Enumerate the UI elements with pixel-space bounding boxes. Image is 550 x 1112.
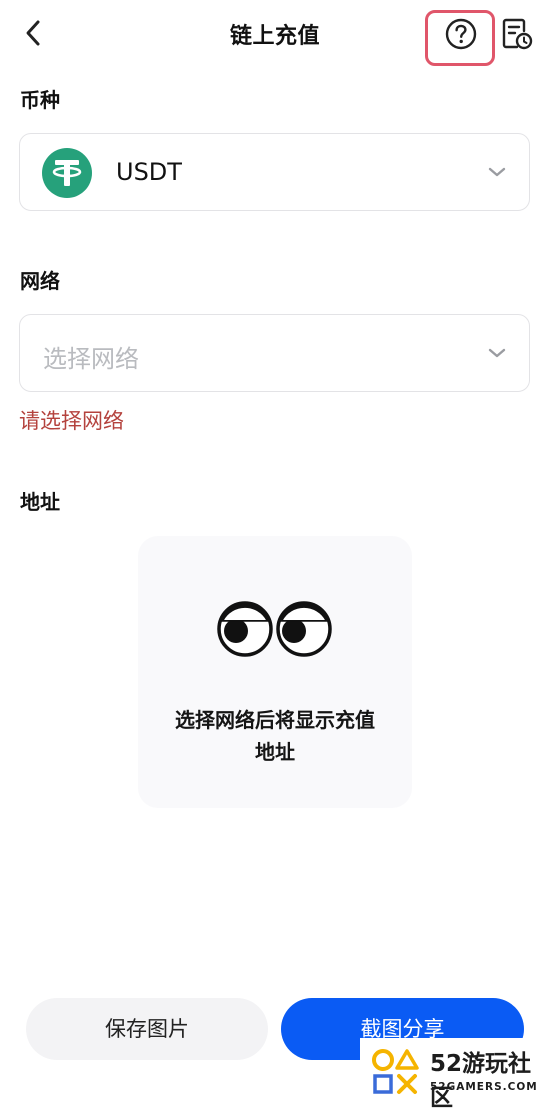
network-label: 网络 [20, 269, 60, 293]
network-error-message: 请选择网络 [19, 409, 124, 433]
record-history-icon [502, 18, 533, 50]
watermark-title: 52游玩社区 [430, 1051, 532, 1111]
currency-label: 币种 [20, 88, 60, 112]
address-empty-message: 选择网络后将显示充值 地址 [138, 704, 412, 768]
top-nav-bar: 链上充值 [0, 0, 550, 70]
address-empty-message-line1: 选择网络后将显示充值 [175, 708, 375, 732]
question-circle-icon [445, 18, 477, 50]
save-image-button[interactable]: 保存图片 [26, 998, 268, 1060]
help-button[interactable] [444, 17, 478, 51]
eyes-icon [217, 601, 332, 657]
chevron-down-icon [488, 348, 506, 358]
network-placeholder: 选择网络 [43, 345, 139, 373]
currency-select[interactable]: USDT [19, 133, 530, 211]
address-empty-message-line2: 地址 [255, 740, 295, 764]
history-button[interactable] [498, 16, 534, 52]
network-select[interactable]: 选择网络 [19, 314, 530, 392]
selected-currency: USDT [116, 158, 182, 186]
chevron-down-icon [488, 167, 506, 177]
playstation-symbols-logo [372, 1049, 419, 1094]
address-label: 地址 [20, 490, 60, 514]
site-watermark: 52游玩社区 52GAMERS.COM [360, 1038, 550, 1111]
address-placeholder-card: 选择网络后将显示充值 地址 [138, 536, 412, 808]
watermark-subtitle: 52GAMERS.COM [430, 1081, 538, 1093]
tether-icon [42, 148, 92, 198]
